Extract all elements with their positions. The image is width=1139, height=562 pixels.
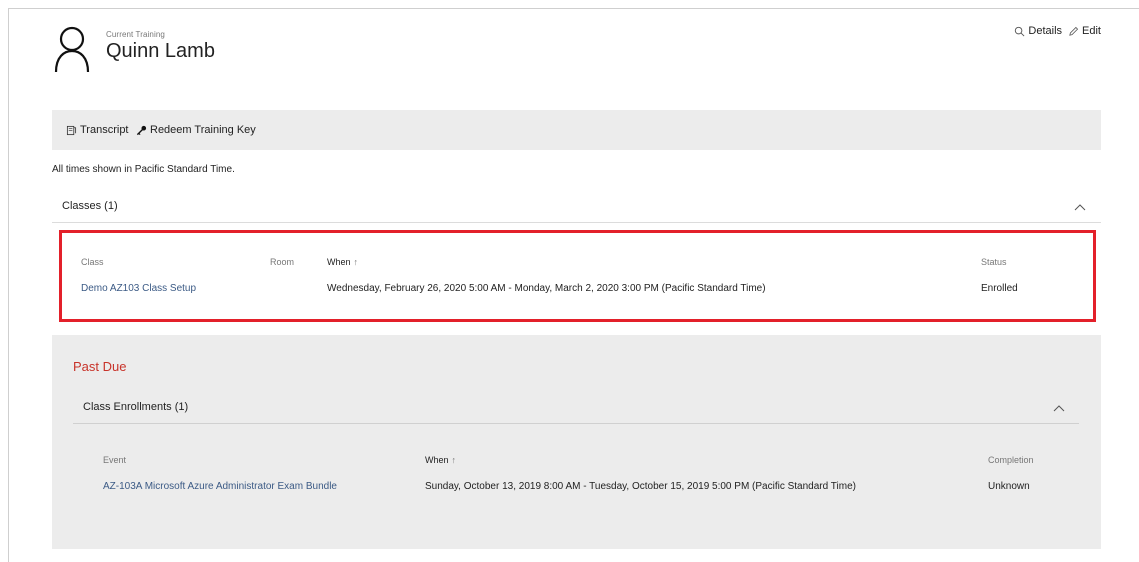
column-header-when[interactable]: When ↑: [327, 257, 358, 267]
classes-section-header[interactable]: Classes (1): [52, 192, 1101, 223]
class-when: Wednesday, February 26, 2020 5:00 AM - M…: [327, 283, 766, 294]
sort-ascending-icon: ↑: [451, 455, 457, 465]
frame-top-border: [8, 8, 1139, 9]
column-header-event[interactable]: Event: [103, 455, 126, 465]
column-header-class[interactable]: Class: [81, 257, 104, 267]
class-enrollments-header[interactable]: Class Enrollments (1): [73, 393, 1079, 424]
column-header-when[interactable]: When ↑: [425, 455, 456, 465]
class-enrollments-title: Class Enrollments (1): [83, 401, 189, 413]
search-icon: [1015, 26, 1025, 36]
column-header-when-label: When: [425, 455, 449, 465]
column-header-room[interactable]: Room: [270, 257, 294, 267]
header-actions: Details Edit: [1014, 25, 1101, 37]
column-header-completion[interactable]: Completion: [988, 455, 1034, 465]
past-due-panel: Past Due Class Enrollments (1) Event Whe…: [52, 335, 1101, 549]
classes-table: Class Room When ↑ Status Demo AZ103 Class…: [59, 230, 1096, 322]
chevron-up-icon[interactable]: [1074, 203, 1086, 211]
transcript-icon: [66, 125, 77, 135]
classes-section-title: Classes (1): [62, 200, 118, 212]
key-icon: [136, 125, 147, 135]
transcript-button[interactable]: Transcript: [66, 124, 129, 136]
frame-left-border: [8, 8, 9, 562]
edit-label: Edit: [1082, 25, 1101, 37]
class-status: Enrolled: [981, 283, 1018, 294]
redeem-label: Redeem Training Key: [150, 124, 256, 136]
past-due-title: Past Due: [73, 359, 127, 374]
sort-ascending-icon: ↑: [353, 257, 359, 267]
event-completion: Unknown: [988, 481, 1030, 492]
page-subtitle: Current Training: [106, 30, 165, 39]
edit-button[interactable]: Edit: [1068, 25, 1101, 37]
event-when: Sunday, October 13, 2019 8:00 AM - Tuesd…: [425, 481, 856, 492]
command-bar: Transcript Redeem Training Key: [52, 110, 1101, 150]
column-header-status[interactable]: Status: [981, 257, 1007, 267]
column-header-when-label: When: [327, 257, 351, 267]
event-name-link[interactable]: AZ-103A Microsoft Azure Administrator Ex…: [103, 481, 337, 492]
timezone-note: All times shown in Pacific Standard Time…: [52, 164, 235, 175]
details-button[interactable]: Details: [1014, 25, 1062, 37]
class-name-link[interactable]: Demo AZ103 Class Setup: [81, 283, 196, 294]
page-title: Quinn Lamb: [106, 40, 215, 62]
pencil-icon: [1069, 26, 1079, 36]
transcript-label: Transcript: [80, 124, 129, 136]
user-avatar-icon: [54, 26, 90, 73]
details-label: Details: [1028, 25, 1063, 37]
chevron-up-icon[interactable]: [1053, 404, 1065, 412]
redeem-training-key-button[interactable]: Redeem Training Key: [136, 124, 256, 136]
